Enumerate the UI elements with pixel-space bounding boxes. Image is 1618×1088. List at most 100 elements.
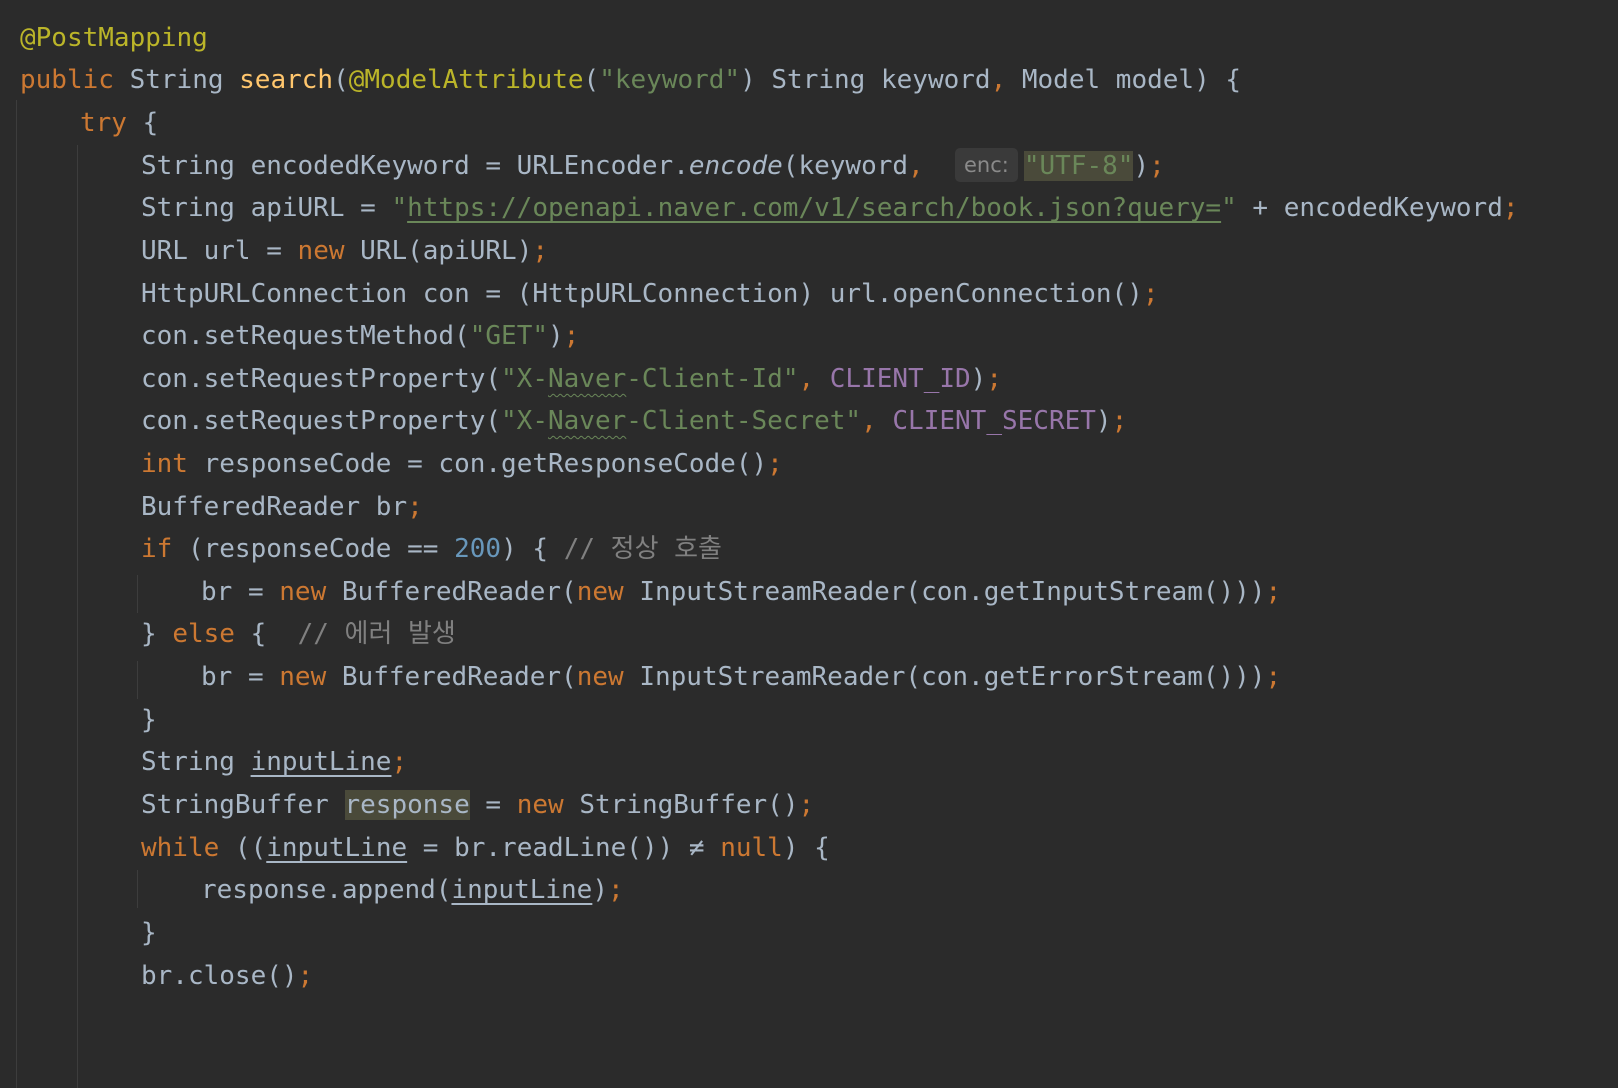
punctuation-token: } xyxy=(141,705,157,735)
code-line[interactable]: HttpURLConnection con = (HttpURLConnecti… xyxy=(141,272,1158,316)
code-line[interactable]: public String search(@ModelAttribute("ke… xyxy=(20,58,1241,102)
keyword-token: new xyxy=(297,236,345,266)
semicolon-token: ; xyxy=(1111,406,1128,436)
code-text: InputStreamReader(con.getInputStream())) xyxy=(623,577,1266,607)
code-line[interactable]: int responseCode = con.getResponseCode()… xyxy=(141,442,783,486)
code-line[interactable]: con.setRequestProperty("X-Naver-Client-I… xyxy=(141,357,1002,401)
keyword-token: while xyxy=(141,833,220,863)
code-line[interactable]: String encodedKeyword = URLEncoder.encod… xyxy=(141,144,1165,188)
code-line[interactable]: } else { // 에러 발생 xyxy=(141,612,456,656)
code-line[interactable]: con.setRequestProperty("X-Naver-Client-S… xyxy=(141,399,1127,443)
punctuation-token: ) xyxy=(548,321,564,351)
punctuation-token: ) xyxy=(1095,406,1112,436)
string-token: " xyxy=(391,193,408,223)
code-editor[interactable]: @PostMapping public String search(@Model… xyxy=(0,0,1618,1088)
semicolon-token: ; xyxy=(1502,193,1519,223)
code-text: = xyxy=(469,790,517,820)
code-text: ) xyxy=(592,875,608,905)
code-text: con.setRequestProperty( xyxy=(141,406,502,436)
constant-token: CLIENT_ID xyxy=(829,364,971,394)
semicolon-token: ; xyxy=(1265,577,1282,607)
code-line[interactable]: con.setRequestMethod("GET"); xyxy=(141,314,579,358)
code-line[interactable]: BufferedReader br; xyxy=(141,485,423,529)
code-line[interactable]: URL url = new URL(apiURL); xyxy=(141,229,548,273)
annotation-token: @ModelAttribute xyxy=(348,65,584,95)
code-line[interactable]: } xyxy=(141,698,157,742)
code-line[interactable]: br = new BufferedReader(new InputStreamR… xyxy=(201,655,1281,699)
keyword-token: if xyxy=(141,534,173,564)
parameter-inlay-hint: enc: xyxy=(955,148,1018,182)
keyword-token: public xyxy=(20,65,114,95)
code-line[interactable]: br = new BufferedReader(new InputStreamR… xyxy=(201,570,1281,614)
code-line[interactable]: try { xyxy=(80,101,158,145)
code-text: String apiURL = xyxy=(141,193,392,223)
code-line[interactable]: if (responseCode == 200) { // 정상 호출 xyxy=(141,527,722,571)
semicolon-token: ; xyxy=(767,449,783,479)
code-text: StringBuffer xyxy=(141,790,345,820)
keyword-token: new xyxy=(516,790,564,820)
semicolon-token: ; xyxy=(1142,279,1159,309)
code-text: { xyxy=(234,619,298,649)
comment-token: // 에러 발생 xyxy=(297,619,456,649)
code-text: BufferedReader( xyxy=(326,577,577,607)
code-text: responseCode = con.getResponseCode() xyxy=(187,449,768,479)
code-text: HttpURLConnection con = (HttpURLConnecti… xyxy=(141,279,1143,309)
code-text: ) { xyxy=(501,534,564,564)
code-text: StringBuffer() xyxy=(563,790,799,820)
code-line[interactable]: } xyxy=(141,911,157,955)
code-line[interactable]: while ((inputLine = br.readLine()) ≠ nul… xyxy=(141,826,830,870)
url-link[interactable]: https://openapi.naver.com/v1/search/book… xyxy=(407,193,1221,223)
punctuation-token: ) xyxy=(970,364,987,394)
code-text: br = xyxy=(201,577,280,607)
operator-token: == xyxy=(407,534,439,564)
code-text: response.append( xyxy=(201,875,452,905)
punctuation-token: } xyxy=(141,918,157,948)
code-line[interactable]: @PostMapping xyxy=(20,16,208,60)
semicolon-token: ; xyxy=(532,236,549,266)
indent-guide xyxy=(77,145,78,1088)
comma-token: , xyxy=(990,65,1007,95)
punctuation-token: { xyxy=(1225,65,1242,95)
reassigned-variable-token: inputLine xyxy=(266,833,408,863)
highlighted-string-token: "UTF-8" xyxy=(1023,151,1134,181)
keyword-token: else xyxy=(172,619,235,649)
code-text: (responseCode xyxy=(172,534,408,564)
semicolon-token: ; xyxy=(608,875,624,905)
semicolon-token: ; xyxy=(986,364,1002,394)
code-text: (( xyxy=(219,833,267,863)
code-text: ) { xyxy=(782,833,830,863)
code-text: String xyxy=(141,747,251,777)
punctuation-token: { xyxy=(142,108,159,138)
keyword-token: new xyxy=(576,577,624,607)
punctuation-token: ( xyxy=(333,65,349,95)
static-method-token: encode xyxy=(688,151,783,181)
comment-token: // 정상 호출 xyxy=(563,534,722,564)
string-token: -Client-Id" xyxy=(626,364,799,394)
code-text: = br.readLine()) xyxy=(407,833,689,863)
string-token: "X- xyxy=(501,364,548,394)
code-text: InputStreamReader(con.getErrorStream())) xyxy=(623,662,1266,692)
code-line[interactable]: String apiURL = "https://openapi.naver.c… xyxy=(141,186,1519,230)
parameter-token: String keyword xyxy=(771,65,991,95)
code-line[interactable]: response.append(inputLine); xyxy=(201,868,624,912)
string-token: "keyword" xyxy=(599,65,741,95)
annotation-token: @PostMapping xyxy=(20,23,208,53)
comma-token: , xyxy=(908,151,924,181)
operator-token: ≠ xyxy=(688,833,705,863)
semicolon-token: ; xyxy=(1265,662,1282,692)
code-line[interactable]: String inputLine; xyxy=(141,740,407,784)
code-text: } xyxy=(141,619,173,649)
keyword-token: new xyxy=(279,577,327,607)
semicolon-token: ; xyxy=(391,747,408,777)
keyword-token: new xyxy=(279,662,327,692)
code-line[interactable]: br.close(); xyxy=(141,954,313,998)
code-line[interactable]: StringBuffer response = new StringBuffer… xyxy=(141,783,814,827)
semicolon-token: ; xyxy=(563,321,580,351)
indent-guide xyxy=(16,100,17,1088)
parameter-token: Model model xyxy=(1021,65,1195,95)
string-token: "X- xyxy=(501,406,548,436)
code-text: br = xyxy=(201,662,280,692)
number-token: 200 xyxy=(454,534,502,564)
method-name-token: search xyxy=(239,65,334,95)
punctuation-token: ) xyxy=(1133,151,1150,181)
